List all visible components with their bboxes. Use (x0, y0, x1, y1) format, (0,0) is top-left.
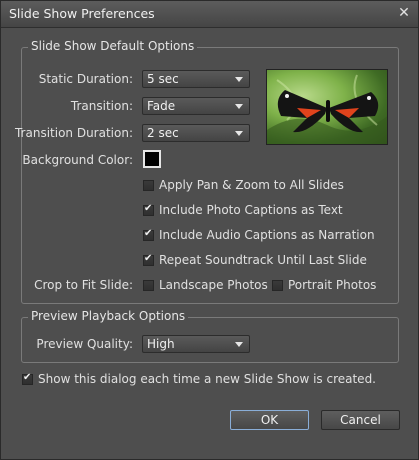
apply-pan-zoom-checkbox[interactable] (143, 180, 154, 191)
transition-duration-select[interactable]: 2 sec (142, 124, 250, 142)
static-duration-label: Static Duration: (38, 72, 133, 86)
repeat-soundtrack-label[interactable]: Repeat Soundtrack Until Last Slide (159, 253, 367, 267)
title-bar[interactable]: Slide Show Preferences ✕ (1, 1, 418, 28)
transition-label: Transition: (70, 99, 133, 113)
chevron-down-icon (235, 104, 243, 109)
show-dialog-label[interactable]: Show this dialog each time a new Slide S… (38, 372, 376, 386)
include-photo-captions-label[interactable]: Include Photo Captions as Text (159, 203, 343, 217)
show-dialog-checkbox[interactable] (22, 372, 33, 385)
transition-select[interactable]: Fade (142, 97, 250, 115)
dialog-title: Slide Show Preferences (9, 6, 155, 21)
chevron-down-icon (235, 77, 243, 82)
default-options-legend: Slide Show Default Options (28, 39, 198, 53)
landscape-photos-checkbox[interactable] (143, 280, 154, 291)
portrait-photos-checkbox[interactable] (272, 280, 283, 291)
background-color-label: Background Color: (22, 153, 133, 167)
ok-button[interactable]: OK (230, 410, 309, 430)
slide-show-preferences-dialog: Slide Show Preferences ✕ Slide Show Defa… (0, 0, 419, 460)
crop-to-fit-label: Crop to Fit Slide: (34, 278, 133, 292)
butterfly-icon (267, 74, 387, 144)
preview-image (266, 69, 388, 145)
include-audio-captions-label[interactable]: Include Audio Captions as Narration (159, 228, 375, 242)
preview-playback-legend: Preview Playback Options (28, 309, 189, 323)
preview-quality-label: Preview Quality: (36, 337, 133, 351)
repeat-soundtrack-checkbox[interactable] (143, 253, 154, 266)
background-color-swatch[interactable] (143, 150, 161, 168)
chevron-down-icon (235, 131, 243, 136)
chevron-down-icon (235, 342, 243, 347)
include-audio-captions-checkbox[interactable] (143, 228, 154, 241)
include-photo-captions-checkbox[interactable] (143, 203, 154, 216)
preview-quality-select[interactable]: High (142, 335, 250, 353)
portrait-photos-label[interactable]: Portrait Photos (288, 278, 376, 292)
transition-duration-label: Transition Duration: (14, 126, 133, 140)
cancel-button[interactable]: Cancel (321, 410, 400, 430)
apply-pan-zoom-label[interactable]: Apply Pan & Zoom to All Slides (159, 178, 344, 192)
landscape-photos-label[interactable]: Landscape Photos (159, 278, 268, 292)
static-duration-select[interactable]: 5 sec (142, 70, 250, 88)
close-icon[interactable]: ✕ (396, 5, 412, 21)
